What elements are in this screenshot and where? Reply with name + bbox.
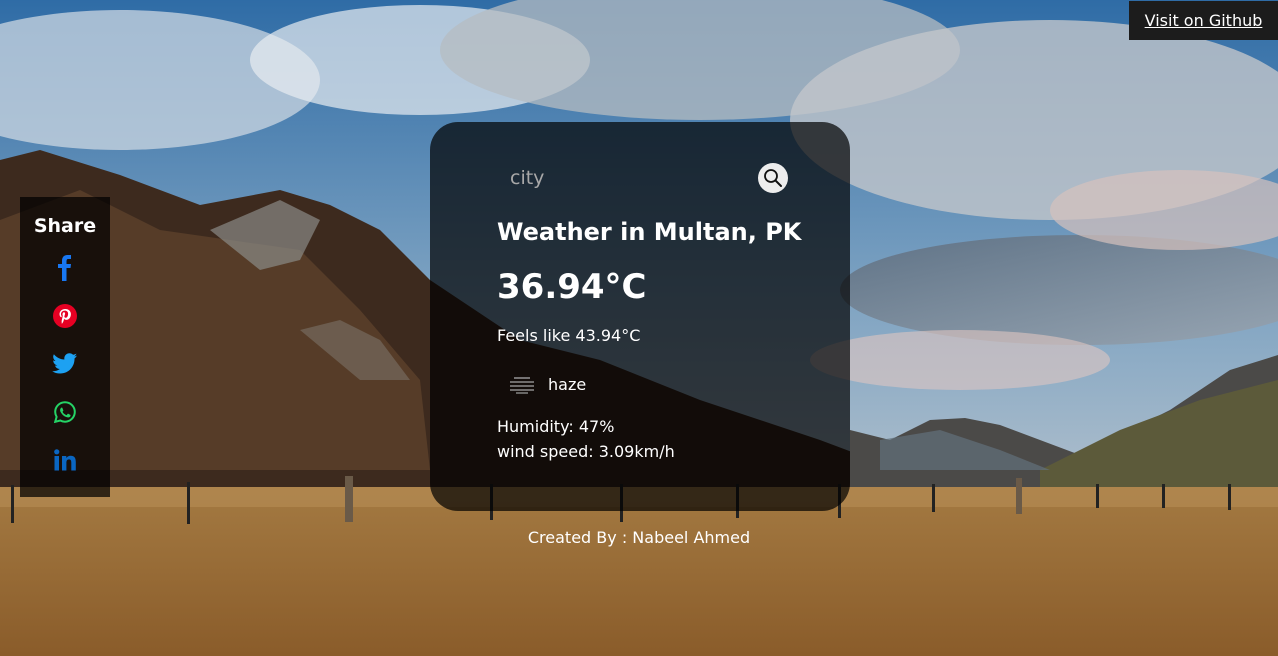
whatsapp-share-button[interactable] <box>52 395 78 429</box>
humidity-text: Humidity: 47% <box>497 417 615 436</box>
haze-icon <box>510 376 534 394</box>
wind-speed-text: wind speed: 3.09km/h <box>497 442 675 461</box>
pinterest-share-button[interactable] <box>52 299 78 333</box>
temperature-value: 36.94°C <box>497 267 647 307</box>
search-button[interactable] <box>758 163 788 193</box>
feels-like-text: Feels like 43.94°C <box>497 326 641 345</box>
twitter-icon <box>52 353 77 374</box>
search-icon <box>764 169 782 187</box>
share-title: Share <box>33 215 97 237</box>
whatsapp-icon <box>54 401 76 423</box>
weather-card: Weather in Multan, PK 36.94°C Feels like… <box>430 122 850 511</box>
share-panel: Share <box>20 197 110 497</box>
search-bar <box>496 162 790 194</box>
facebook-icon <box>58 255 71 281</box>
linkedin-share-button[interactable] <box>52 443 78 477</box>
weather-location-title: Weather in Multan, PK <box>497 218 802 246</box>
city-search-input[interactable] <box>496 167 740 189</box>
linkedin-icon <box>54 449 76 471</box>
facebook-share-button[interactable] <box>52 251 78 285</box>
github-link[interactable]: Visit on Github <box>1129 1 1278 40</box>
pinterest-icon <box>53 304 77 328</box>
twitter-share-button[interactable] <box>52 347 78 381</box>
weather-condition: haze <box>508 375 586 394</box>
weather-condition-label: haze <box>548 375 587 394</box>
footer-credit: Created By : Nabeel Ahmed <box>527 528 751 547</box>
